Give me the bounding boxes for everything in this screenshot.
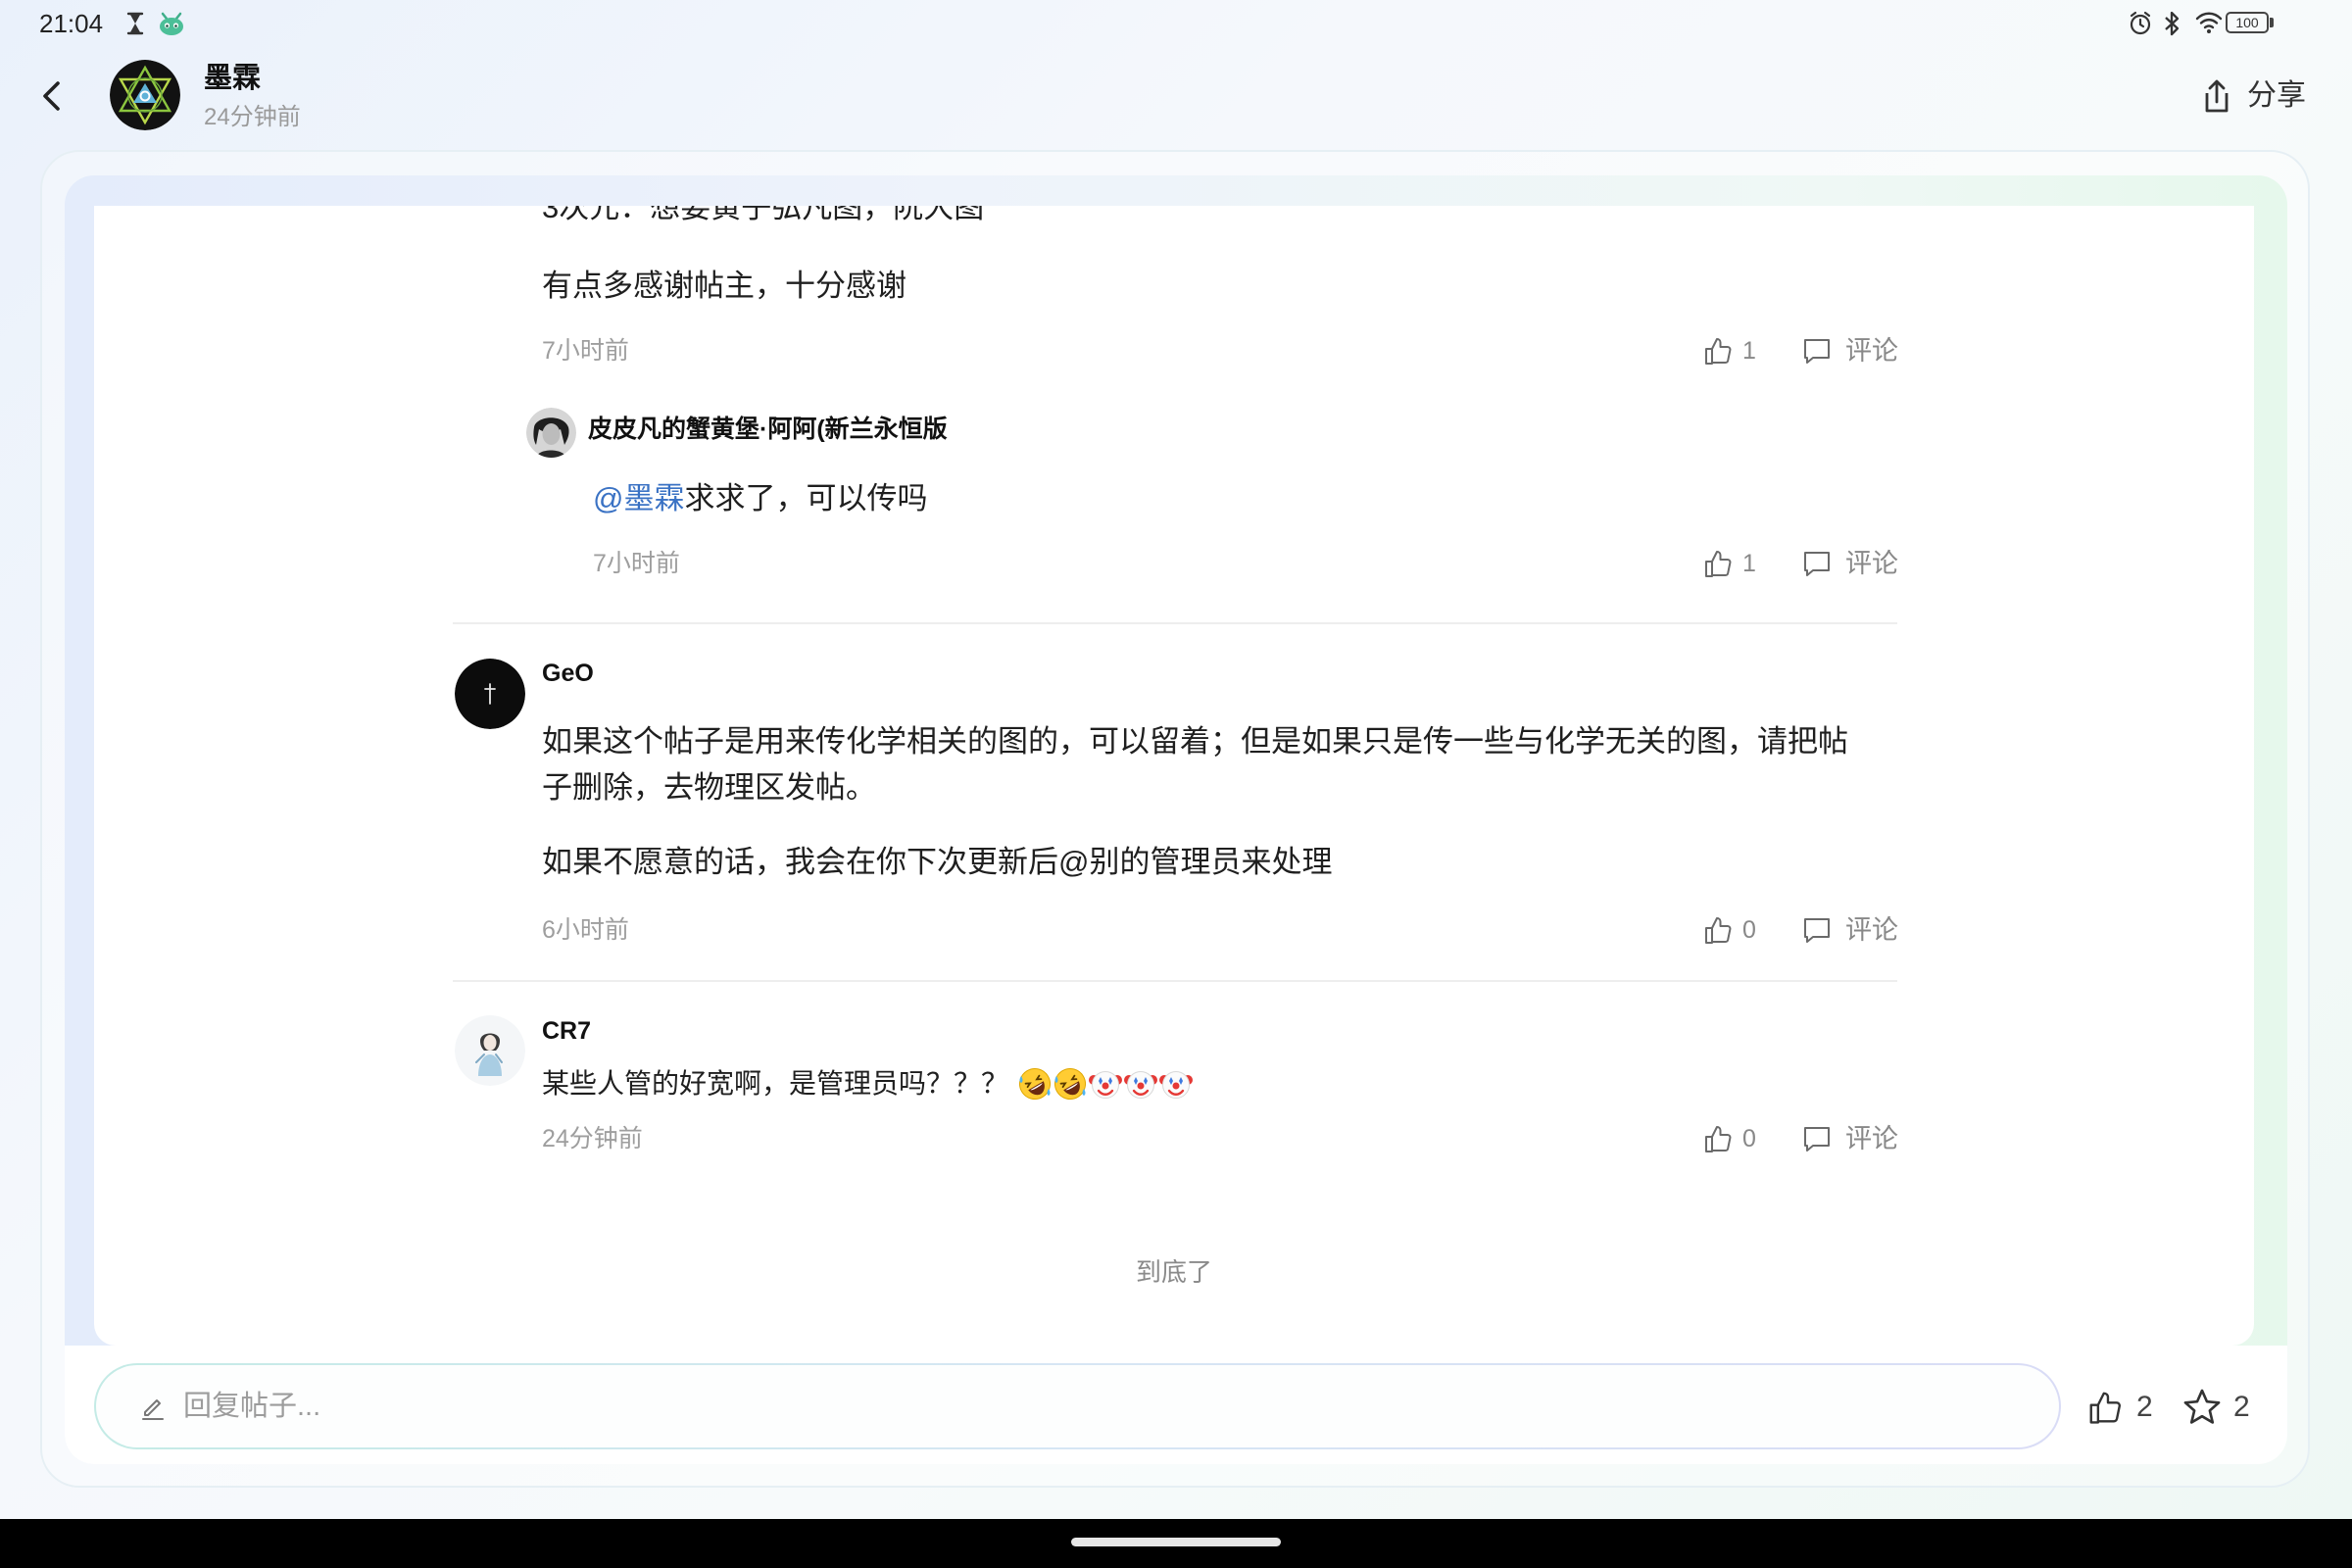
bluetooth-icon bbox=[2165, 11, 2180, 36]
commenter-name[interactable]: GeO bbox=[542, 657, 594, 690]
comment-paragraph: 如果这个帖子是用来传化学相关的图的，可以留着；但是如果只是传一些与化学无关的图，… bbox=[542, 724, 1848, 805]
reply-author-name[interactable]: 皮皮凡的蟹黄堡·阿阿(新兰永恒版 bbox=[588, 413, 948, 446]
comment-actions: 0 评论 bbox=[1702, 913, 1898, 947]
clown-face-emoji bbox=[1159, 1070, 1194, 1099]
comment-icon[interactable] bbox=[1801, 548, 1833, 579]
hexagram-logo-avatar bbox=[110, 60, 180, 130]
clown-face-emoji bbox=[1124, 1070, 1158, 1099]
like-count: 1 bbox=[1742, 550, 1756, 577]
post-favorite-count: 2 bbox=[2233, 1391, 2250, 1423]
comment-actions: 1 评论 bbox=[1702, 334, 1898, 368]
post-time: 24分钟前 bbox=[204, 104, 301, 130]
comment-paragraph: 3次元：想要黄子弘凡图，阮大图 bbox=[542, 206, 985, 224]
back-button[interactable] bbox=[39, 78, 69, 114]
share-icon bbox=[2205, 79, 2229, 113]
author-name[interactable]: 墨霖 bbox=[204, 61, 261, 96]
user-mention-link[interactable]: @墨霖 bbox=[593, 481, 684, 515]
share-button[interactable]: 分享 bbox=[2200, 76, 2306, 116]
comment-time: 24分钟前 bbox=[542, 1125, 643, 1152]
alarm-icon bbox=[2130, 11, 2151, 35]
pencil-icon bbox=[142, 1399, 164, 1420]
comment-icon[interactable] bbox=[1801, 914, 1833, 946]
dark-sword-avatar bbox=[455, 659, 525, 729]
home-indicator[interactable] bbox=[1071, 1538, 1281, 1546]
like-count: 0 bbox=[1742, 916, 1756, 944]
rolling-on-floor-laughing-emoji bbox=[1019, 1067, 1052, 1100]
thumbs-up-icon[interactable] bbox=[1702, 1123, 1734, 1154]
battery-cap bbox=[2270, 18, 2274, 27]
end-of-list-label: 到底了 bbox=[1135, 1257, 1212, 1287]
author-avatar[interactable] bbox=[110, 60, 180, 130]
commenter-avatar[interactable] bbox=[455, 1015, 525, 1086]
robot-notification-icon bbox=[160, 12, 183, 35]
thumbs-up-icon[interactable] bbox=[1702, 914, 1734, 946]
reply-body: 求求了，可以传吗 bbox=[684, 481, 928, 515]
reply-text: @墨霖求求了，可以传吗 bbox=[593, 475, 927, 521]
comment-actions: 0 评论 bbox=[1702, 1122, 1898, 1155]
comment-paragraph: 有点多感谢帖主，十分感谢 bbox=[542, 269, 906, 303]
comment-list[interactable]: 3次元：想要黄子弘凡图，阮大图 有点多感谢帖主，十分感谢 7小时前 1 评论 皮… bbox=[94, 206, 2254, 1346]
status-time: 21:04 bbox=[39, 9, 104, 38]
reply-input[interactable] bbox=[94, 1363, 2061, 1449]
comment-time: 6小时前 bbox=[542, 916, 629, 944]
portrait-photo-avatar bbox=[526, 408, 576, 458]
comment-button-label[interactable]: 评论 bbox=[1845, 334, 1898, 368]
comment-icon[interactable] bbox=[1801, 335, 1833, 367]
thumbs-up-icon[interactable] bbox=[1702, 335, 1734, 367]
comment-text: 某些人管的好宽啊，是管理员吗？？？ bbox=[542, 1060, 1195, 1106]
like-count: 1 bbox=[1742, 337, 1756, 365]
rolling-on-floor-laughing-emoji bbox=[1054, 1067, 1087, 1100]
clown-face-emoji bbox=[1089, 1070, 1123, 1099]
commenter-avatar[interactable] bbox=[455, 659, 525, 729]
battery-level: 100 bbox=[2235, 15, 2259, 30]
comment-button-label[interactable]: 评论 bbox=[1845, 1122, 1898, 1155]
thumbs-up-icon[interactable] bbox=[2086, 1389, 2124, 1426]
like-count: 0 bbox=[1742, 1125, 1756, 1152]
comment-paragraph: 如果不愿意的话，我会在你下次更新后@别的管理员来处理 bbox=[542, 845, 1333, 879]
comment-button-label[interactable]: 评论 bbox=[1845, 913, 1898, 947]
commenter-name[interactable]: CR7 bbox=[542, 1014, 591, 1048]
share-label: 分享 bbox=[2247, 79, 2306, 112]
hourglass-icon bbox=[126, 12, 144, 35]
wifi-icon bbox=[2195, 12, 2223, 33]
comment-divider bbox=[453, 980, 1897, 982]
chevron-left-icon bbox=[43, 81, 60, 111]
battery-icon: 100 bbox=[2226, 12, 2269, 33]
reply-actions: 1 评论 bbox=[1702, 547, 1898, 580]
star-icon[interactable] bbox=[2181, 1387, 2223, 1428]
thumbs-up-icon[interactable] bbox=[1702, 548, 1734, 579]
comment-button-label[interactable]: 评论 bbox=[1845, 547, 1898, 580]
comment-icon[interactable] bbox=[1801, 1123, 1833, 1154]
anime-sketch-avatar bbox=[455, 1015, 525, 1086]
comment-time: 7小时前 bbox=[542, 337, 629, 365]
reply-author-avatar[interactable] bbox=[526, 408, 576, 458]
reply-time: 7小时前 bbox=[593, 550, 680, 577]
post-like-count: 2 bbox=[2136, 1391, 2153, 1423]
comment-body: 某些人管的好宽啊，是管理员吗？？？ bbox=[542, 1068, 1009, 1099]
comment-divider bbox=[453, 622, 1897, 624]
